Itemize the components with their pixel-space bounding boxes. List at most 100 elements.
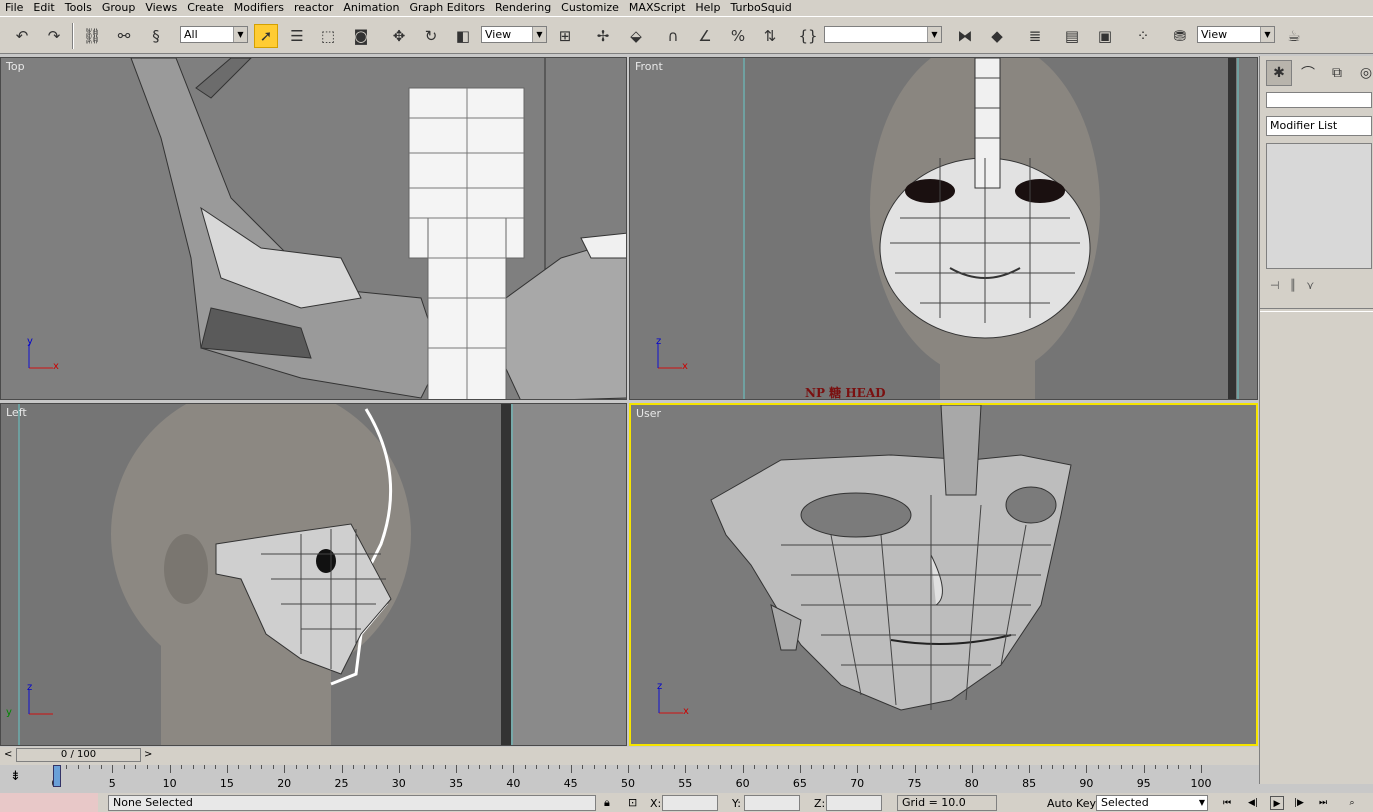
track-tick [410, 765, 412, 769]
layer-manager-icon[interactable]: ≣ [1023, 24, 1047, 48]
hierarchy-tab-icon[interactable]: ⧉ [1324, 60, 1350, 86]
pivot-center-icon[interactable]: ⊞ [553, 24, 577, 48]
menu-file[interactable]: File [0, 1, 28, 15]
object-name-field[interactable] [1266, 92, 1372, 108]
spinner-snap-icon[interactable]: ⇅ [758, 24, 782, 48]
viewport-top[interactable]: Top x y [0, 57, 627, 400]
menu-customize[interactable]: Customize [556, 1, 624, 15]
track-tick [146, 765, 148, 769]
curve-editor-icon[interactable]: ▤ [1060, 24, 1084, 48]
reference-coordinate-dropdown[interactable]: View ▼ [481, 26, 547, 43]
create-tab-icon[interactable]: ✱ [1266, 60, 1292, 86]
time-next-icon[interactable]: > [144, 749, 152, 760]
bind-to-space-warp-icon[interactable]: § [144, 24, 168, 48]
track-tick [112, 765, 114, 773]
menu-modifiers[interactable]: Modifiers [229, 1, 289, 15]
window-crossing-icon[interactable]: ◙ [349, 24, 373, 48]
open-mini-curve-editor-icon[interactable]: ⇟ [10, 769, 32, 787]
time-slider[interactable]: 0 / 100 [16, 748, 141, 762]
previous-frame-icon[interactable]: ◀| [1246, 796, 1260, 810]
viewport-front[interactable]: Front NP 糖 HEAD x z [629, 57, 1258, 400]
track-tick-label: 90 [1079, 777, 1094, 790]
play-icon[interactable]: ▶ [1270, 796, 1284, 810]
y-coord-field[interactable] [744, 795, 800, 811]
current-frame-marker[interactable] [53, 765, 61, 787]
go-to-start-icon[interactable]: ⏮ [1220, 796, 1234, 810]
select-and-rotate-icon[interactable]: ↻ [419, 24, 443, 48]
track-tick [582, 765, 584, 769]
go-to-end-icon[interactable]: ⏭ [1316, 796, 1330, 810]
manipulate-icon[interactable]: ✢ [591, 24, 615, 48]
named-selection-sets-dropdown[interactable]: ▼ [824, 26, 942, 43]
quick-render-teapot-icon[interactable]: ☕ [1282, 24, 1306, 48]
select-by-name-icon[interactable]: ☰ [285, 24, 309, 48]
angle-snap-icon[interactable]: ∠ [693, 24, 717, 48]
x-coord-field[interactable] [662, 795, 718, 811]
menu-help[interactable]: Help [690, 1, 725, 15]
snaps-toggle-icon[interactable]: ∩ [661, 24, 685, 48]
menu-create[interactable]: Create [182, 1, 229, 15]
next-frame-icon[interactable]: |▶ [1292, 796, 1306, 810]
menu-turbosquid[interactable]: TurboSquid [725, 1, 796, 15]
track-tick [857, 765, 859, 773]
time-prev-icon[interactable]: < [4, 749, 12, 760]
modifier-stack[interactable] [1266, 143, 1372, 269]
undo-icon[interactable]: ↶ [10, 24, 34, 48]
edit-named-selection-icon[interactable]: {} [796, 24, 820, 48]
track-tick [398, 765, 400, 773]
modify-tab-icon[interactable]: ⌒ [1295, 60, 1321, 86]
pin-stack-icon[interactable]: ⊣ [1270, 279, 1280, 292]
material-editor-icon[interactable]: ⁘ [1131, 24, 1155, 48]
track-tick [513, 765, 515, 773]
menu-reactor[interactable]: reactor [289, 1, 338, 15]
track-tick [66, 765, 68, 769]
keyboard-shortcut-override-icon[interactable]: ⬙ [624, 24, 648, 48]
menu-animation[interactable]: Animation [338, 1, 404, 15]
menu-maxscript[interactable]: MAXScript [624, 1, 690, 15]
rectangular-selection-icon[interactable]: ⬚ [316, 24, 340, 48]
select-and-move-icon[interactable]: ✥ [387, 24, 411, 48]
track-tick [891, 765, 893, 769]
menu-graph-editors[interactable]: Graph Editors [404, 1, 490, 15]
left-view-mesh [1, 404, 513, 745]
track-tick [754, 765, 756, 769]
auto-key-button[interactable]: Auto Key [1047, 797, 1096, 810]
menu-edit[interactable]: Edit [28, 1, 59, 15]
mirror-icon[interactable]: ⧓ [953, 24, 977, 48]
select-object-icon[interactable]: ➚ [254, 24, 278, 48]
selection-filter-dropdown[interactable]: All ▼ [180, 26, 248, 43]
show-end-result-icon[interactable]: ║ [1290, 279, 1297, 292]
absolute-mode-icon[interactable]: ⊡ [628, 796, 637, 809]
track-tick [1143, 765, 1145, 773]
track-bar[interactable]: ⇟ 05101520253035404550556065707580859095… [0, 765, 1259, 793]
modifier-list-dropdown[interactable]: Modifier List [1266, 116, 1372, 136]
render-view-dropdown[interactable]: View ▼ [1197, 26, 1275, 43]
percent-snap-icon[interactable]: % [726, 24, 750, 48]
track-tick [261, 765, 263, 769]
track-tick [490, 765, 492, 769]
render-scene-icon[interactable]: ⛃ [1168, 24, 1192, 48]
menu-rendering[interactable]: Rendering [490, 1, 556, 15]
select-and-link-icon[interactable]: ⛓ [80, 24, 104, 48]
menu-group[interactable]: Group [97, 1, 141, 15]
viewport-user[interactable]: User x z [629, 403, 1258, 746]
make-unique-icon[interactable]: ⋎ [1306, 279, 1314, 292]
maxscript-listener[interactable] [0, 793, 98, 812]
redo-icon[interactable]: ↷ [42, 24, 66, 48]
schematic-view-icon[interactable]: ▣ [1093, 24, 1117, 48]
key-filter-dropdown[interactable]: Selected ▼ [1096, 795, 1208, 811]
track-tick [1178, 765, 1180, 769]
track-tick-label: 80 [964, 777, 979, 790]
unlink-icon[interactable]: ⚯ [112, 24, 136, 48]
chevron-down-icon: ▼ [532, 27, 546, 42]
select-and-scale-icon[interactable]: ◧ [451, 24, 475, 48]
menu-views[interactable]: Views [140, 1, 182, 15]
chevron-down-icon: ▼ [1260, 27, 1274, 42]
zoom-icon[interactable]: ⌕ [1345, 796, 1359, 810]
motion-tab-icon[interactable]: ◎ [1353, 60, 1373, 86]
menu-tools[interactable]: Tools [60, 1, 97, 15]
z-coord-field[interactable] [826, 795, 882, 811]
viewport-left[interactable]: Left y z [0, 403, 627, 746]
align-icon[interactable]: ◆ [985, 24, 1009, 48]
lock-selection-icon[interactable]: 🔒︎ [604, 796, 610, 810]
